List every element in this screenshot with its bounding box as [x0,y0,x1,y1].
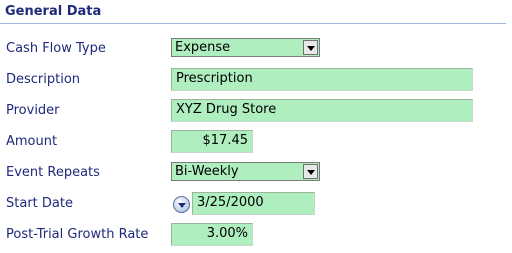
calendar-dropdown-icon[interactable] [173,196,190,213]
provider-field[interactable]: XYZ Drug Store [171,99,473,122]
event-repeats-select[interactable]: Bi-Weekly [171,162,320,181]
chevron-down-icon[interactable] [303,40,318,55]
start-date-field[interactable]: 3/25/2000 [192,192,315,215]
amount-label: Amount [6,134,58,149]
growth-rate-label: Post-Trial Growth Rate [6,227,149,242]
event-repeats-value: Bi-Weekly [175,164,239,179]
cash-flow-type-select[interactable]: Expense [171,38,320,57]
description-field[interactable]: Prescription [171,68,473,91]
event-repeats-label: Event Repeats [6,165,100,180]
provider-label: Provider [6,103,60,118]
section-title: General Data [5,4,102,19]
amount-field[interactable]: $17.45 [171,130,253,153]
section-divider [0,23,506,24]
cash-flow-type-label: Cash Flow Type [6,41,106,56]
description-label: Description [6,72,81,87]
chevron-down-icon[interactable] [303,164,318,179]
cash-flow-type-value: Expense [175,40,231,55]
growth-rate-field[interactable]: 3.00% [171,223,253,246]
start-date-label: Start Date [6,196,73,211]
